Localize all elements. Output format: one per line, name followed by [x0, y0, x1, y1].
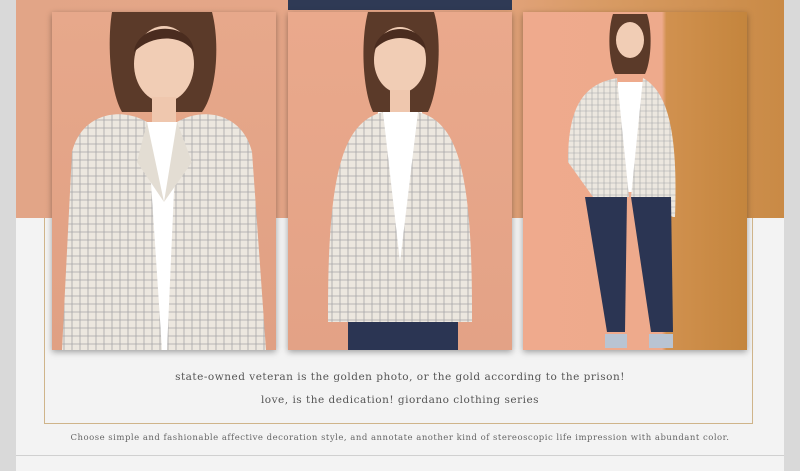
hero-top-strip [288, 0, 512, 10]
description-line: Choose simple and fashionable affective … [70, 433, 730, 443]
slogan-line-2: love, is the dedication! giordano clothi… [260, 394, 540, 406]
slogan-line-1: state-owned veteran is the golden photo,… [175, 371, 625, 383]
divider [16, 455, 784, 456]
product-detail-page: state-owned veteran is the golden photo,… [16, 0, 784, 471]
